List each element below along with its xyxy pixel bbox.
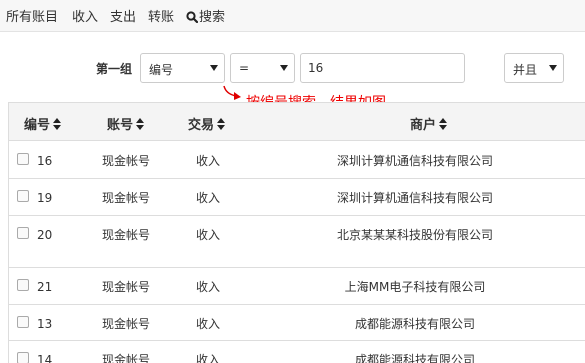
header-transaction[interactable]: 交易 — [188, 114, 226, 133]
sort-icon — [136, 118, 145, 130]
row-type: 收入 — [196, 280, 221, 294]
row-id: 14 — [37, 353, 53, 363]
row-id: 19 — [37, 191, 53, 205]
row-merchant: 上海MM电子科技有限公司 — [344, 280, 486, 294]
nav-all-entries[interactable]: 所有账目 — [6, 6, 58, 25]
join-select[interactable]: 并且 — [504, 53, 564, 83]
filter-value-text: 16 — [308, 61, 324, 75]
table-row[interactable]: 14 现金帐号 收入 成都能源科技有限公司 — [9, 341, 585, 363]
operator-select-value: = — [239, 61, 250, 75]
transactions-table: 编号 账号 交易 商户 16 现金帐号 收入 深圳计算机通信科技有限公司 19 … — [8, 102, 585, 363]
row-type: 收入 — [196, 228, 221, 242]
row-merchant: 深圳计算机通信科技有限公司 — [336, 191, 493, 205]
row-type: 收入 — [196, 191, 221, 205]
row-checkbox[interactable] — [17, 316, 29, 328]
row-id: 13 — [37, 317, 53, 331]
join-select-value: 并且 — [513, 63, 538, 77]
field-select-value: 编号 — [149, 63, 174, 77]
table-row[interactable]: 13 现金帐号 收入 成都能源科技有限公司 — [9, 305, 585, 341]
table-row[interactable]: 16 现金帐号 收入 深圳计算机通信科技有限公司 — [9, 142, 585, 179]
annotation-arrow-icon — [223, 85, 241, 100]
operator-select[interactable]: = — [230, 53, 295, 83]
row-account: 现金帐号 — [102, 317, 151, 331]
row-account: 现金帐号 — [102, 280, 151, 294]
sort-icon — [217, 118, 226, 130]
row-checkbox[interactable] — [17, 190, 29, 202]
sort-icon — [439, 118, 448, 130]
row-account: 现金帐号 — [102, 353, 151, 363]
row-checkbox[interactable] — [17, 352, 29, 363]
header-id-label: 编号 — [24, 118, 51, 133]
row-merchant: 北京某某某科技股份有限公司 — [336, 228, 493, 242]
table-row[interactable]: 20 现金帐号 收入 北京某某某科技股份有限公司 — [9, 216, 585, 268]
row-checkbox[interactable] — [17, 153, 29, 165]
row-checkbox[interactable] — [17, 279, 29, 291]
header-id[interactable]: 编号 — [24, 114, 62, 133]
filter-value-input[interactable]: 16 — [300, 53, 465, 83]
row-account: 现金帐号 — [102, 191, 151, 205]
nav-search[interactable]: 搜索 — [186, 6, 225, 25]
row-type: 收入 — [196, 317, 221, 331]
row-merchant: 成都能源科技有限公司 — [354, 317, 475, 331]
header-transaction-label: 交易 — [188, 118, 215, 133]
nav-transfer[interactable]: 转账 — [148, 6, 174, 25]
row-id: 20 — [37, 228, 53, 242]
nav-income[interactable]: 收入 — [72, 6, 98, 25]
row-type: 收入 — [196, 353, 221, 363]
table-row[interactable]: 19 现金帐号 收入 深圳计算机通信科技有限公司 — [9, 179, 585, 216]
caret-down-icon — [210, 65, 218, 71]
row-account: 现金帐号 — [102, 228, 151, 242]
table-row[interactable]: 21 现金帐号 收入 上海MM电子科技有限公司 — [9, 268, 585, 305]
row-merchant: 成都能源科技有限公司 — [354, 353, 475, 363]
caret-down-icon — [280, 65, 288, 71]
row-id: 21 — [37, 280, 53, 294]
row-merchant: 深圳计算机通信科技有限公司 — [336, 154, 493, 168]
row-id: 16 — [37, 154, 53, 168]
header-merchant[interactable]: 商户 — [410, 114, 448, 133]
table-header: 编号 账号 交易 商户 — [9, 103, 585, 141]
filter-group-label: 第一组 — [96, 62, 133, 76]
nav-search-label: 搜索 — [199, 10, 226, 25]
sort-icon — [53, 118, 62, 130]
row-account: 现金帐号 — [102, 154, 151, 168]
header-merchant-label: 商户 — [410, 118, 437, 133]
top-nav: 所有账目 收入 支出 转账 搜索 — [0, 0, 585, 32]
header-account-label: 账号 — [107, 118, 134, 133]
field-select[interactable]: 编号 — [140, 53, 225, 83]
row-checkbox[interactable] — [17, 227, 29, 239]
search-icon — [186, 11, 199, 24]
caret-down-icon — [549, 65, 557, 71]
row-type: 收入 — [196, 154, 221, 168]
header-account[interactable]: 账号 — [107, 114, 145, 133]
nav-expense[interactable]: 支出 — [110, 6, 136, 25]
